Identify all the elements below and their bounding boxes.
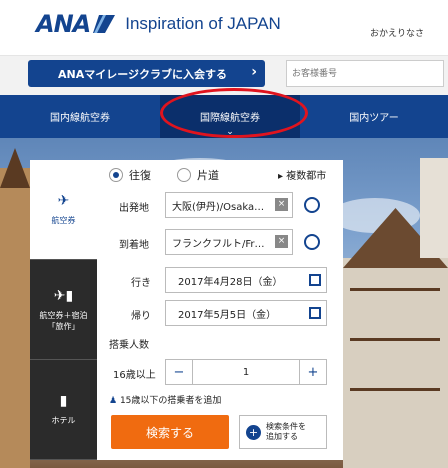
logo-tagline: Inspiration of JAPAN <box>125 14 281 33</box>
depart-label: 行き <box>131 278 151 289</box>
oneway-label: 片道 <box>197 169 219 182</box>
clear-destination-icon[interactable]: × <box>275 235 288 248</box>
timber-beam <box>350 388 440 391</box>
decrement-button[interactable]: − <box>165 359 193 385</box>
roundtrip-label: 往復 <box>129 169 151 182</box>
logo-wordmark: ANA <box>36 10 91 38</box>
origin-field[interactable]: 大阪(伊丹)/Osaka… <box>165 192 293 218</box>
chevron-right-icon: › <box>251 64 257 80</box>
depart-date-value: 2017年4月28日（金） <box>178 276 283 288</box>
side-tab-label: ホテル <box>51 416 76 425</box>
destination-field[interactable]: フランクフルト/Fr… <box>165 229 293 255</box>
from-label: 出発地 <box>119 203 149 214</box>
increment-button[interactable]: + <box>299 359 327 385</box>
building-left <box>0 168 30 468</box>
globe-icon[interactable] <box>304 234 320 250</box>
adult-age-label: 16歳以上 <box>113 370 156 381</box>
return-date-field[interactable]: 2017年5月5日（金） <box>165 300 327 326</box>
join-button-label: ANAマイレージクラブに入会する <box>58 67 228 81</box>
search-button[interactable]: 検索する <box>111 415 229 449</box>
flight-search-form: 往復 片道 ▸ 複数都市 出発地 大阪(伊丹)/Osaka… × 到着地 フラン… <box>97 160 343 460</box>
building-icon: ▮ <box>59 393 68 409</box>
side-tab-label: 航空券 <box>51 216 76 225</box>
highlight-ellipse <box>160 88 308 138</box>
add-conditions-label: 検索条件を 追加する <box>266 422 306 441</box>
roundtrip-radio[interactable] <box>109 168 123 182</box>
return-label: 帰り <box>131 311 151 322</box>
side-tab-label: 航空券＋宿泊 「旅作」 <box>39 310 88 331</box>
welcome-text: おかえりなさ <box>370 29 425 39</box>
clear-origin-icon[interactable]: × <box>275 198 288 211</box>
passengers-label: 搭乗人数 <box>109 340 149 351</box>
add-child-label: 15歳以下の搭乗者を追加 <box>119 396 222 406</box>
return-date-value: 2017年5月5日（金） <box>178 309 277 321</box>
origin-value: 大阪(伊丹)/Osaka… <box>172 201 265 213</box>
timber-beam <box>350 338 440 341</box>
logo-stripes-icon <box>93 15 116 33</box>
ana-logo[interactable]: ANA Inspiration of JAPAN <box>36 10 281 38</box>
multi-city-link[interactable]: ▸ 複数都市 <box>278 167 326 182</box>
plane-icon: ✈ <box>57 193 70 209</box>
site-header: ANA Inspiration of JAPAN おかえりなさ <box>0 0 448 55</box>
customer-number-input[interactable] <box>286 60 444 87</box>
trip-type-group: 往復 片道 <box>109 167 219 183</box>
tab-label: 国内線航空券 <box>50 113 110 124</box>
depart-date-field[interactable]: 2017年4月28日（金） <box>165 267 327 293</box>
add-child-link[interactable]: ♟ 15歳以下の搭乗者を追加 <box>109 393 221 406</box>
tab-label: 国内ツアー <box>349 113 399 124</box>
side-tab-hotel[interactable]: ▮ ホテル <box>30 360 97 460</box>
to-label: 到着地 <box>119 240 149 251</box>
oneway-radio[interactable] <box>177 168 191 182</box>
join-mileage-club-button[interactable]: ANAマイレージクラブに入会する › <box>28 60 265 87</box>
destination-value: フランクフルト/Fr… <box>172 238 265 250</box>
building-far-right <box>420 158 448 258</box>
side-tab-flights[interactable]: ✈ 航空券 <box>30 160 97 260</box>
adult-count[interactable]: 1 <box>193 359 299 385</box>
calendar-icon[interactable] <box>309 307 321 319</box>
plus-icon: + <box>246 425 261 440</box>
side-tab-flight-hotel[interactable]: ✈▮ 航空券＋宿泊 「旅作」 <box>30 260 97 360</box>
timber-beam <box>350 288 440 291</box>
tab-domestic-tours[interactable]: 国内ツアー <box>300 95 448 138</box>
tab-domestic-flights[interactable]: 国内線航空券 <box>0 95 160 138</box>
add-conditions-button[interactable]: + 検索条件を 追加する <box>239 415 327 449</box>
plane-building-icon: ✈▮ <box>53 287 74 304</box>
person-add-icon: ♟ <box>109 396 118 406</box>
calendar-icon[interactable] <box>309 274 321 286</box>
product-tabs: ✈ 航空券 ✈▮ 航空券＋宿泊 「旅作」 ▮ ホテル <box>30 160 97 460</box>
globe-icon[interactable] <box>304 197 320 213</box>
